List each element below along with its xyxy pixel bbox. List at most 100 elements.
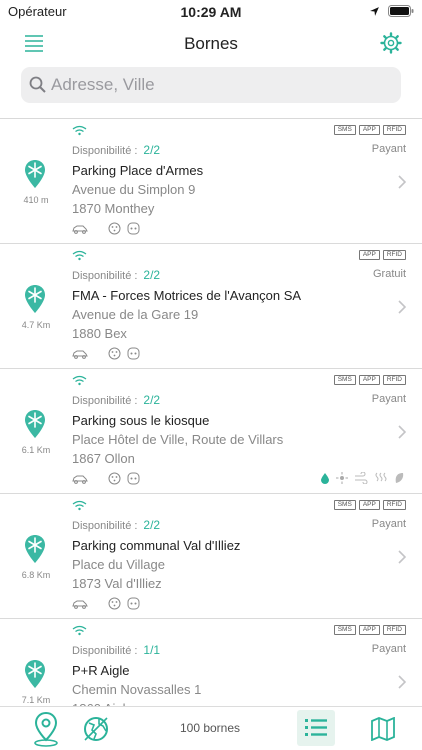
location-pin-icon[interactable] <box>31 710 61 748</box>
clock: 10:29 AM <box>180 4 242 20</box>
search-placeholder: Adresse, Ville <box>51 75 155 94</box>
availability-label: Disponibilité : <box>72 395 138 407</box>
station-name: P+R Aigle <box>72 663 130 678</box>
payment-badge: RFID <box>382 250 406 260</box>
sun-icon <box>336 472 348 484</box>
payment-badge: APP <box>358 375 380 385</box>
price-label: Payant <box>371 518 406 530</box>
wind-icon <box>355 472 368 484</box>
plug-schuko-icon <box>127 347 140 360</box>
station-street: Chemin Novassalles 1 <box>72 682 202 697</box>
search-icon <box>29 76 46 93</box>
availability-value: 2/2 <box>143 143 161 157</box>
station-street: Avenue de la Gare 19 <box>72 307 199 322</box>
station-pin-icon <box>25 285 45 313</box>
wifi-icon <box>72 500 87 511</box>
station-name: FMA - Forces Motrices de l'Avançon SA <box>72 288 302 303</box>
wifi-icon <box>72 375 87 386</box>
station-row[interactable]: 6.8 Km SMS APP RFID Disponibilité : 2/2 Pay… <box>0 494 422 619</box>
station-city: 1873 Val d'Illiez <box>72 576 162 591</box>
price-label: Payant <box>371 143 406 155</box>
payment-badge: APP <box>358 250 380 260</box>
availability-label: Disponibilité : <box>72 270 138 282</box>
stations-count: 100 bornes <box>179 721 241 735</box>
car-icon <box>72 475 88 484</box>
payment-badges: SMS APP RFID <box>333 375 406 385</box>
wifi-icon <box>72 625 87 636</box>
station-street: Place Hôtel de Ville, Route de Villars <box>72 432 284 447</box>
payment-badge: APP <box>358 625 380 635</box>
payment-badges: SMS APP RFID <box>333 500 406 510</box>
station-pin-icon <box>25 160 45 188</box>
price-label: Payant <box>371 393 406 405</box>
payment-badge: SMS <box>333 500 356 510</box>
page-title: Bornes <box>184 34 238 53</box>
availability-label: Disponibilité : <box>72 645 138 657</box>
water-drop-icon <box>321 473 329 484</box>
availability: Disponibilité : 2/2 <box>72 393 160 407</box>
list-view-button[interactable] <box>297 710 335 746</box>
plug-types <box>72 597 140 610</box>
status-icons <box>369 5 414 17</box>
plug-schuko-icon <box>127 597 140 610</box>
payment-badge: APP <box>358 500 380 510</box>
payment-badge: SMS <box>333 125 356 135</box>
payment-badge: RFID <box>382 500 406 510</box>
stations-list[interactable]: 410 m SMS APP RFID Disponibilité :2/2 Paya… <box>0 118 422 706</box>
map-icon[interactable] <box>370 717 396 741</box>
amenities <box>320 472 404 484</box>
plug-type2-icon <box>108 472 121 485</box>
status-bar: Opérateur 10:29 AM <box>0 0 422 24</box>
station-distance: 4.7 Km <box>21 320 51 330</box>
location-arrow-icon <box>370 6 379 16</box>
station-row[interactable]: 410 m SMS APP RFID Disponibilité : 2/2 Paya… <box>0 119 422 244</box>
payment-badge: APP <box>358 125 380 135</box>
tab-bar: 100 bornes <box>0 706 422 750</box>
plug-types <box>72 347 140 360</box>
availability-value: 2/2 <box>143 393 161 407</box>
plug-type2-icon <box>108 347 121 360</box>
station-distance: 6.1 Km <box>21 445 51 455</box>
car-icon <box>72 600 88 609</box>
chevron-right-icon <box>398 175 406 189</box>
payment-badge: RFID <box>382 125 406 135</box>
availability: Disponibilité : 2/2 <box>72 268 160 282</box>
station-name: Parking communal Val d'Illiez <box>72 538 241 553</box>
station-row[interactable]: 4.7 Km APP RFID Disponibilité : 2/2 Gratui… <box>0 244 422 369</box>
search-input[interactable]: Adresse, Ville <box>21 67 401 103</box>
plug-type2-icon <box>108 597 121 610</box>
car-icon <box>72 225 88 234</box>
battery-icon <box>388 5 414 17</box>
availability-label: Disponibilité : <box>72 145 138 157</box>
availability-value: 2/2 <box>143 268 161 282</box>
payment-badges: SMS APP RFID <box>333 125 406 135</box>
payment-badge: RFID <box>382 625 406 635</box>
station-distance: 7.1 Km <box>21 695 51 705</box>
plug-type2-icon <box>108 222 121 235</box>
station-name: Parking sous le kiosque <box>72 413 210 428</box>
availability-value: 1/1 <box>143 643 161 657</box>
payment-badges: SMS APP RFID <box>333 625 406 635</box>
station-row[interactable]: 7.1 Km SMS APP RFID Disponibilité : 1/1 Pay… <box>0 619 422 706</box>
station-name: Parking Place d'Armes <box>72 163 204 178</box>
station-pin-icon <box>25 410 45 438</box>
wifi-icon <box>72 125 87 136</box>
plug-types <box>72 472 140 485</box>
availability: Disponibilité : 1/1 <box>72 643 160 657</box>
globe-icon[interactable] <box>82 715 110 743</box>
station-city: 1880 Bex <box>72 326 127 341</box>
payment-badge: RFID <box>382 375 406 385</box>
list-icon <box>305 719 327 736</box>
availability-label: Disponibilité : <box>72 520 138 532</box>
station-city: 1867 Ollon <box>72 451 135 466</box>
station-pin-icon <box>25 535 45 563</box>
payment-badge: SMS <box>333 375 356 385</box>
nav-bar: Bornes <box>0 28 422 62</box>
gear-icon[interactable] <box>380 32 402 54</box>
station-row[interactable]: 6.1 Km SMS APP RFID Disponibilité : 2/2 Pay… <box>0 369 422 494</box>
payment-badge: SMS <box>333 625 356 635</box>
price-label: Payant <box>371 643 406 655</box>
car-icon <box>72 350 88 359</box>
price-label: Gratuit <box>372 268 406 280</box>
station-distance: 6.8 Km <box>21 570 51 580</box>
